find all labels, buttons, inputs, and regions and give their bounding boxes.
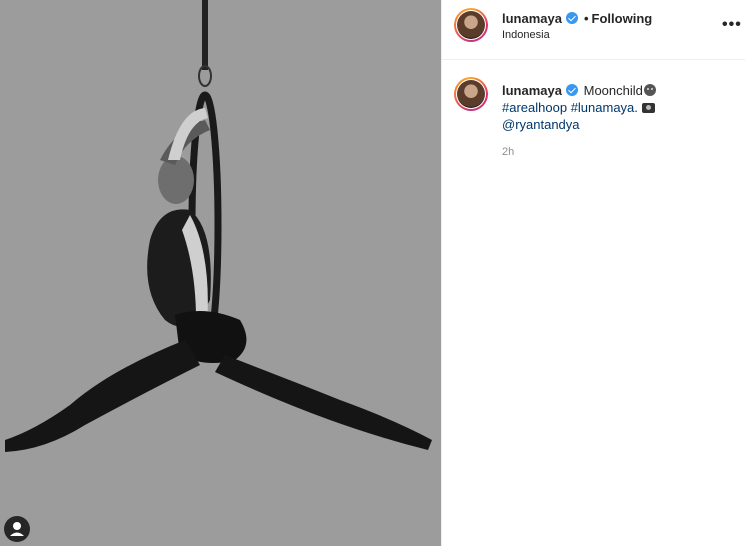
post-timestamp: 2h: [502, 146, 515, 158]
user-tag-icon[interactable]: [4, 516, 30, 542]
verified-badge-icon: [565, 12, 578, 24]
more-options-icon[interactable]: •••: [722, 16, 742, 34]
face-emoji-icon: [643, 84, 656, 96]
post-photo[interactable]: [0, 0, 441, 546]
location-link[interactable]: Indonesia: [502, 29, 550, 41]
caption-avatar[interactable]: [454, 77, 488, 111]
hashtag-link[interactable]: #lunamaya.: [571, 100, 638, 115]
header-avatar[interactable]: [454, 8, 488, 42]
header-username[interactable]: lunamaya: [502, 11, 562, 26]
caption: lunamaya Moonchild #arealhoop #lunamaya.…: [502, 82, 732, 133]
verified-badge-icon: [565, 84, 578, 96]
camera-emoji-icon: [641, 103, 655, 113]
caption-username[interactable]: lunamaya: [502, 83, 562, 98]
mention-link[interactable]: @ryantandya: [502, 117, 580, 132]
panel-divider: [441, 0, 442, 546]
header-name-row: lunamaya • Following: [502, 10, 652, 28]
aerial-hoop-photo: [5, 0, 432, 452]
post-header: [442, 0, 745, 60]
following-button[interactable]: Following: [592, 11, 653, 26]
separator: •: [583, 11, 589, 26]
caption-text: Moonchild: [583, 83, 643, 98]
hashtag-link[interactable]: #arealhoop: [502, 100, 567, 115]
